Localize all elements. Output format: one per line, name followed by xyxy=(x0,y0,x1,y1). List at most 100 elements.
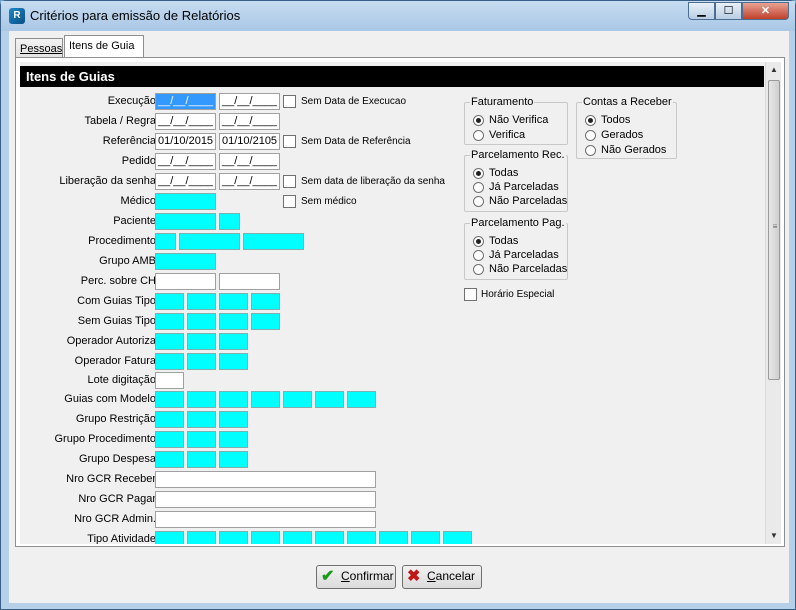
scroll-grip-icon: ≡ xyxy=(772,222,778,231)
referencia-to-field[interactable]: 01/10/2105 xyxy=(219,133,280,150)
maximize-button[interactable]: ☐ xyxy=(715,2,742,20)
tipo-atividade-field-2[interactable] xyxy=(187,531,216,544)
scroll-down-icon[interactable]: ▼ xyxy=(766,528,781,544)
tab-itens-de-guia[interactable]: Itens de Guia xyxy=(64,35,144,58)
grupo-procedimento-field-3[interactable] xyxy=(219,431,248,448)
com-guias-tipo-field-3[interactable] xyxy=(219,293,248,310)
pedido-to-field[interactable]: __/__/____ xyxy=(219,153,280,170)
guias-com-modelo-field-6[interactable] xyxy=(315,391,344,408)
tabela-regra-from-field[interactable]: __/__/____ xyxy=(155,113,216,130)
grupo-restricao-field-1[interactable] xyxy=(155,411,184,428)
operador-autoriza-field-3[interactable] xyxy=(219,333,248,350)
referencia-checkbox[interactable] xyxy=(283,135,296,148)
minimize-button[interactable]: ▁ xyxy=(688,2,715,20)
contas-todos-radio[interactable] xyxy=(585,115,596,126)
operador-fatura-field-2[interactable] xyxy=(187,353,216,370)
tab-pessoas[interactable]: Pessoas xyxy=(15,38,63,57)
tipo-atividade-field-5[interactable] xyxy=(283,531,312,544)
operador-autoriza-field-2[interactable] xyxy=(187,333,216,350)
operador-fatura-field-1[interactable] xyxy=(155,353,184,370)
medico-field-1[interactable] xyxy=(155,193,216,210)
contas-gerados-radio[interactable] xyxy=(585,130,596,141)
tipo-atividade-field-10[interactable] xyxy=(443,531,472,544)
grupo-procedimento-field-1[interactable] xyxy=(155,431,184,448)
grupo-procedimento-field-2[interactable] xyxy=(187,431,216,448)
operador-autoriza-field-1[interactable] xyxy=(155,333,184,350)
parc-rec-ja-radio[interactable] xyxy=(473,182,484,193)
tipo-atividade-field-9[interactable] xyxy=(411,531,440,544)
medico-checkbox[interactable] xyxy=(283,195,296,208)
tipo-atividade-field-3[interactable] xyxy=(219,531,248,544)
contas-nao-gerados-radio[interactable] xyxy=(585,145,596,156)
guias-com-modelo-field-3[interactable] xyxy=(219,391,248,408)
faturamento-nao-verifica-radio[interactable] xyxy=(473,115,484,126)
faturamento-nao-verifica-label: Não Verifica xyxy=(489,114,549,126)
check-icon: ✔ xyxy=(321,568,335,585)
lote-digitacao-field-1[interactable] xyxy=(155,372,184,389)
grupo-restricao-field-2[interactable] xyxy=(187,411,216,428)
app-icon: R xyxy=(9,8,25,24)
guias-com-modelo-field-7[interactable] xyxy=(347,391,376,408)
tipo-atividade-field-4[interactable] xyxy=(251,531,280,544)
perc-ch-field-2[interactable] xyxy=(219,273,280,290)
com-guias-tipo-field-2[interactable] xyxy=(187,293,216,310)
tipo-atividade-field-8[interactable] xyxy=(379,531,408,544)
grupo-despesa-field-1[interactable] xyxy=(155,451,184,468)
confirmar-button[interactable]: ✔ Confirmar xyxy=(316,565,396,589)
faturamento-verifica-radio[interactable] xyxy=(473,130,484,141)
tipo-atividade-field-1[interactable] xyxy=(155,531,184,544)
guias-com-modelo-field-1[interactable] xyxy=(155,391,184,408)
paciente-field-1[interactable] xyxy=(155,213,216,230)
grupo-despesa-field-3[interactable] xyxy=(219,451,248,468)
procedimento-field-2[interactable] xyxy=(179,233,240,250)
referencia-from-field[interactable]: 01/10/2015 xyxy=(155,133,216,150)
liberacao-to-field[interactable]: __/__/____ xyxy=(219,173,280,190)
contas-todos-label: Todos xyxy=(601,114,631,126)
tipo-atividade-field-7[interactable] xyxy=(347,531,376,544)
cancelar-accel: C xyxy=(427,569,436,583)
sem-guias-tipo-field-3[interactable] xyxy=(219,313,248,330)
paciente-field-2[interactable] xyxy=(219,213,240,230)
execucao-to-field[interactable]: __/__/____ xyxy=(219,93,280,110)
sem-guias-tipo-field-4[interactable] xyxy=(251,313,280,330)
close-button[interactable]: ✕ xyxy=(742,2,789,20)
com-guias-tipo-field-4[interactable] xyxy=(251,293,280,310)
procedimento-field-1[interactable] xyxy=(155,233,176,250)
operador-fatura-field-3[interactable] xyxy=(219,353,248,370)
grupo-amb-field-1[interactable] xyxy=(155,253,216,270)
nro-gcr-pagar-field-1[interactable] xyxy=(155,491,376,508)
nro-gcr-admin-field-1[interactable] xyxy=(155,511,376,528)
procedimento-field-3[interactable] xyxy=(243,233,304,250)
client-area: Pessoas Itens de Guia Itens de Guias Exe… xyxy=(9,31,789,603)
parc-pag-todas-radio[interactable] xyxy=(473,236,484,247)
title-bar[interactable]: R Critérios para emissão de Relatórios ▁… xyxy=(1,1,795,31)
grupo-restricao-field-3[interactable] xyxy=(219,411,248,428)
cancelar-button[interactable]: ✖ Cancelar xyxy=(402,565,482,589)
sem-guias-tipo-field-1[interactable] xyxy=(155,313,184,330)
parc-pag-todas-label: Todas xyxy=(489,235,519,247)
guias-com-modelo-field-4[interactable] xyxy=(251,391,280,408)
pedido-from-field[interactable]: __/__/____ xyxy=(155,153,216,170)
sem-guias-tipo-field-2[interactable] xyxy=(187,313,216,330)
parc-pag-ja-radio[interactable] xyxy=(473,250,484,261)
parc-rec-nao-radio[interactable] xyxy=(473,196,484,207)
vertical-scrollbar[interactable]: ▲ ≡ ▼ xyxy=(765,62,781,544)
com-guias-tipo-field-1[interactable] xyxy=(155,293,184,310)
referencia-checkbox-label: Sem Data de Referência xyxy=(301,136,411,147)
guias-com-modelo-field-2[interactable] xyxy=(187,391,216,408)
execucao-checkbox[interactable] xyxy=(283,95,296,108)
scroll-up-icon[interactable]: ▲ xyxy=(766,62,781,78)
parc-rec-todas-radio[interactable] xyxy=(473,168,484,179)
tipo-atividade-field-6[interactable] xyxy=(315,531,344,544)
execucao-from-field[interactable]: __/__/____ xyxy=(155,93,216,110)
scroll-thumb[interactable]: ≡ xyxy=(768,80,780,380)
tabela-regra-to-field[interactable]: __/__/____ xyxy=(219,113,280,130)
horario-especial-checkbox[interactable] xyxy=(464,288,477,301)
parc-pag-nao-radio[interactable] xyxy=(473,264,484,275)
perc-ch-field-1[interactable] xyxy=(155,273,216,290)
liberacao-checkbox[interactable] xyxy=(283,175,296,188)
nro-gcr-receber-field-1[interactable] xyxy=(155,471,376,488)
liberacao-from-field[interactable]: __/__/____ xyxy=(155,173,216,190)
guias-com-modelo-field-5[interactable] xyxy=(283,391,312,408)
grupo-despesa-field-2[interactable] xyxy=(187,451,216,468)
